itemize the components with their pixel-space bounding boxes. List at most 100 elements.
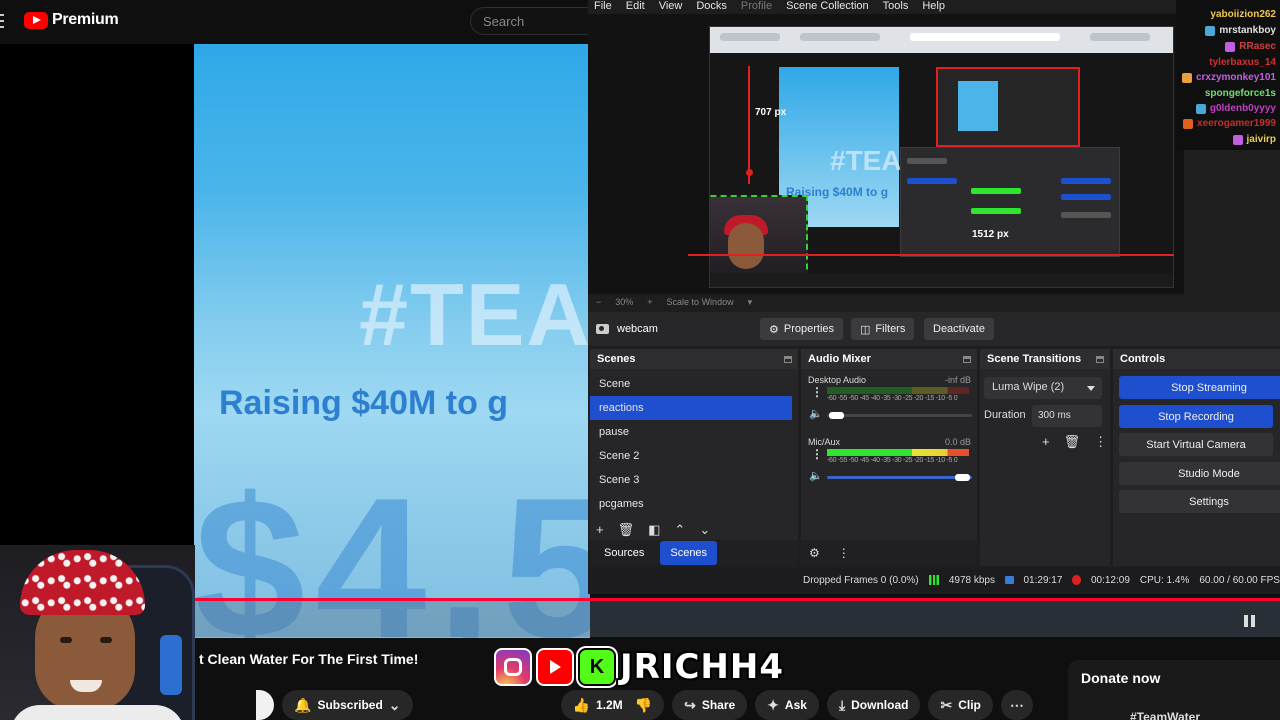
donate-panel[interactable]: Donate now #TeamWater bbox=[1068, 660, 1280, 720]
clip-button[interactable]: ✂ Clip bbox=[928, 690, 993, 720]
like-button[interactable]: 👍 1.2M 👎 bbox=[560, 690, 665, 720]
meter-ticks: -60 -55 -50 -45 -40 -35 -30 -25 -20 -15 … bbox=[827, 457, 958, 464]
meter-ticks: -60 -55 -50 -45 -40 -35 -30 -25 -20 -15 … bbox=[827, 395, 958, 402]
chat-username: yaboiizion262 bbox=[1210, 9, 1276, 20]
video-raising-text: Raising $40M to g bbox=[219, 384, 509, 422]
download-button[interactable]: ⤓ Download bbox=[826, 690, 921, 720]
scene-item-pcgames[interactable]: pcgames bbox=[590, 492, 798, 516]
start-virtual-camera-button[interactable]: Start Virtual Camera bbox=[1119, 433, 1273, 456]
trash-icon[interactable]: 🗑 bbox=[618, 522, 635, 538]
gear-icon: ⚙ bbox=[769, 323, 779, 336]
source-name-group: webcam bbox=[596, 323, 658, 335]
tab-sources[interactable]: Sources bbox=[594, 541, 654, 565]
duration-label: Duration bbox=[984, 409, 1026, 421]
kebab-icon[interactable]: ⋮ bbox=[838, 546, 850, 560]
chat-user: tylerbaxus_14 bbox=[1209, 57, 1276, 68]
chat-user: g0ldenb0yyyy bbox=[1195, 103, 1276, 114]
stop-recording-button[interactable]: Stop Recording bbox=[1119, 405, 1273, 428]
streamer-eye bbox=[60, 637, 72, 643]
youtube-icon bbox=[536, 648, 574, 686]
menu-edit[interactable]: Edit bbox=[626, 0, 645, 14]
scissors-icon: ✂ bbox=[940, 696, 953, 713]
undock-icon[interactable] bbox=[784, 355, 792, 363]
scene-item-reactions[interactable]: reactions bbox=[590, 396, 792, 420]
more-actions-button[interactable]: ⋯ bbox=[1000, 690, 1033, 720]
undock-icon[interactable] bbox=[963, 355, 971, 363]
bell-icon: 🔔 bbox=[294, 696, 312, 713]
chat-badge-icon bbox=[1183, 118, 1194, 129]
preview-canvas[interactable]: #TEA Raising $40M to g bbox=[709, 26, 1174, 288]
source-toolbar: webcam ⚙ Properties ◫ Filters Deactivate bbox=[588, 312, 1280, 346]
scene-item-scene-3[interactable]: Scene 3 bbox=[590, 468, 798, 492]
add-icon[interactable]: + bbox=[596, 522, 604, 538]
video-player[interactable]: #TEA Raising $40M to g $4,5 bbox=[194, 44, 590, 638]
scene-tools: + 🗑 ◧ ⌃ ⌄ bbox=[596, 522, 710, 538]
kebab-icon[interactable]: ⋮ bbox=[811, 385, 823, 399]
obs-status-bar: Dropped Frames 0 (0.0%) 4978 kbps 01:29:… bbox=[588, 568, 1280, 592]
filter-icon[interactable]: ◧ bbox=[648, 522, 660, 538]
duration-input[interactable]: 300 ms bbox=[1032, 405, 1102, 427]
add-icon[interactable]: + bbox=[1042, 434, 1050, 450]
menu-scene-collection[interactable]: Scene Collection bbox=[786, 0, 869, 14]
undock-icon[interactable] bbox=[1096, 355, 1104, 363]
captured-taskbar bbox=[710, 273, 1173, 287]
zoom-out-icon[interactable]: − bbox=[596, 297, 601, 307]
chevron-down-icon[interactable]: ▾ bbox=[748, 297, 753, 308]
source-name: webcam bbox=[617, 323, 658, 335]
more-icon: ⋯ bbox=[1009, 696, 1024, 713]
filters-button[interactable]: ◫ Filters bbox=[851, 318, 915, 340]
thumbs-down-icon[interactable]: 👎 bbox=[635, 697, 652, 714]
filters-label: Filters bbox=[875, 323, 906, 335]
streamer-eye bbox=[100, 637, 112, 643]
preview-zoom-bar: − 30% + Scale to Window ▾ bbox=[588, 294, 1184, 310]
stop-streaming-button[interactable]: Stop Streaming bbox=[1119, 376, 1280, 399]
pause-icon[interactable] bbox=[1244, 614, 1258, 627]
kick-icon: K bbox=[578, 648, 616, 686]
kebab-icon[interactable]: ⋮ bbox=[1094, 434, 1107, 450]
chat-user: mrstankboy bbox=[1205, 25, 1276, 36]
player-left-letterbox bbox=[0, 44, 194, 604]
cpu-usage: CPU: 1.4% bbox=[1139, 574, 1190, 586]
menu-profile[interactable]: Profile bbox=[741, 0, 772, 14]
scene-item-scene[interactable]: Scene bbox=[590, 372, 798, 396]
studio-mode-button[interactable]: Studio Mode bbox=[1119, 462, 1280, 485]
subscribe-edge[interactable] bbox=[256, 690, 274, 720]
menu-file[interactable]: File bbox=[594, 0, 612, 14]
volume-slider[interactable] bbox=[827, 414, 972, 417]
gear-icon[interactable]: ⚙ bbox=[809, 546, 820, 560]
scene-item-pause[interactable]: pause bbox=[590, 420, 798, 444]
chat-badge-icon bbox=[1205, 25, 1216, 36]
properties-button[interactable]: ⚙ Properties bbox=[760, 318, 844, 340]
donate-hashtag: #TeamWater bbox=[1130, 710, 1201, 720]
chevron-up-icon[interactable]: ⌃ bbox=[674, 522, 685, 538]
menu-view[interactable]: View bbox=[659, 0, 683, 14]
volume-slider[interactable] bbox=[827, 476, 972, 479]
obs-preview[interactable]: #TEA Raising $40M to g 707 px 1512 px bbox=[588, 14, 1184, 294]
trash-icon[interactable]: 🗑 bbox=[1064, 434, 1081, 450]
deactivate-button[interactable]: Deactivate bbox=[924, 318, 994, 340]
tab-scenes[interactable]: Scenes bbox=[660, 541, 718, 565]
chat-user: jaivirp bbox=[1232, 134, 1276, 145]
ask-button[interactable]: ✦ Ask bbox=[755, 690, 819, 720]
share-button[interactable]: ↪ Share bbox=[672, 690, 748, 720]
chevron-down-icon: ⌄ bbox=[388, 696, 401, 713]
slider-knob[interactable] bbox=[829, 412, 844, 419]
speaker-icon[interactable]: 🔈 bbox=[809, 469, 823, 482]
transition-select[interactable]: Luma Wipe (2) bbox=[984, 377, 1102, 399]
speaker-icon[interactable]: 🔈 bbox=[809, 407, 823, 420]
menu-tools[interactable]: Tools bbox=[883, 0, 909, 14]
controls-dock: Controls Stop Streaming Stop Recording S… bbox=[1113, 349, 1280, 566]
chat-user: crxzymonkey101 bbox=[1181, 72, 1276, 83]
chevron-down-icon[interactable]: ⌄ bbox=[699, 522, 710, 538]
kebab-icon[interactable]: ⋮ bbox=[811, 447, 823, 461]
hamburger-menu-icon[interactable] bbox=[0, 14, 6, 28]
slider-knob[interactable] bbox=[955, 474, 970, 481]
menu-help[interactable]: Help bbox=[922, 0, 945, 14]
menu-docks[interactable]: Docks bbox=[696, 0, 727, 14]
zoom-in-icon[interactable]: + bbox=[647, 297, 652, 307]
scene-item-scene-2[interactable]: Scene 2 bbox=[590, 444, 798, 468]
settings-button[interactable]: Settings bbox=[1119, 490, 1280, 513]
youtube-logo[interactable]: Premium bbox=[24, 11, 119, 29]
scale-mode[interactable]: Scale to Window bbox=[667, 297, 734, 307]
subscribed-button[interactable]: 🔔 Subscribed ⌄ bbox=[282, 690, 413, 720]
